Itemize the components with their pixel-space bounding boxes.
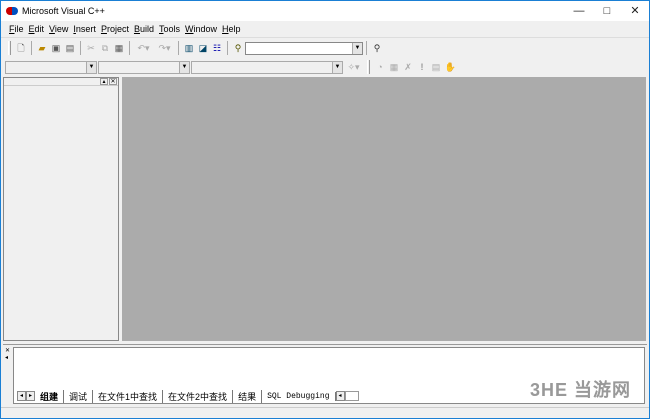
separator: [366, 41, 367, 55]
undo-icon[interactable]: ↶▾: [135, 43, 153, 54]
watermark: 3HE 当游网: [529, 380, 631, 400]
menu-window[interactable]: Window: [185, 24, 217, 34]
mdi-client-area: [122, 77, 646, 341]
tab-find-in-files-2[interactable]: 在文件2中查找: [163, 389, 234, 403]
window-title: Microsoft Visual C++: [22, 6, 105, 16]
toolbar-grip[interactable]: [367, 60, 370, 74]
output-tabs: ◂ ▸ 组建 调试 在文件1中查找 在文件2中查找 结果 SQL Debuggi…: [17, 389, 359, 403]
tab-build[interactable]: 组建: [35, 389, 65, 403]
find-icon[interactable]: ⚲: [372, 43, 383, 54]
tab-scroll-right[interactable]: ▸: [26, 391, 35, 401]
separator: [80, 41, 81, 55]
chevron-down-icon[interactable]: ▼: [86, 61, 96, 73]
menu-edit[interactable]: Edit: [29, 24, 45, 34]
separator: [178, 41, 179, 55]
chevron-down-icon[interactable]: ▼: [332, 61, 342, 73]
breakpoint-icon[interactable]: ✋: [445, 62, 456, 73]
menu-file[interactable]: File: [9, 24, 24, 34]
new-file-icon[interactable]: 🗋: [16, 43, 27, 54]
redo-icon[interactable]: ↷▾: [156, 43, 174, 54]
workspace-header: ▴ ✕: [4, 78, 118, 86]
open-icon[interactable]: ▰: [37, 43, 48, 54]
app-logo-icon: [6, 7, 18, 15]
menu-help[interactable]: Help: [222, 24, 241, 34]
chevron-down-icon[interactable]: ▼: [352, 42, 362, 54]
close-button[interactable]: ✕: [621, 1, 649, 21]
tab-sql-debugging[interactable]: SQL Debugging: [262, 391, 336, 401]
menu-tools[interactable]: Tools: [159, 24, 180, 34]
copy-icon[interactable]: ⧉: [100, 43, 111, 54]
toolbar-grip[interactable]: [8, 41, 11, 55]
workspace-panel: ▴ ✕: [3, 77, 119, 341]
tab-find-in-files-1[interactable]: 在文件1中查找: [93, 389, 164, 403]
class-combo[interactable]: ▼: [5, 60, 97, 74]
stop-build-icon[interactable]: ✗: [403, 62, 414, 73]
hscroll-left[interactable]: ◂: [335, 391, 345, 401]
title-bar: Microsoft Visual C++ — □ ✕: [1, 1, 649, 21]
tab-results[interactable]: 结果: [233, 389, 263, 403]
build-icon[interactable]: ▦: [389, 62, 400, 73]
tab-debug[interactable]: 调试: [64, 389, 94, 403]
standard-toolbar: 🗋 ▰ ▣ ▤ ✂ ⧉ ▦ ↶▾ ↷▾ ▥ ◪ ☷ ⚲ ▼ ⚲: [1, 39, 649, 57]
members-combo[interactable]: ▼: [191, 60, 343, 74]
paste-icon[interactable]: ▦: [114, 43, 125, 54]
workspace-icon[interactable]: ▥: [184, 43, 195, 54]
find-combo[interactable]: ▼: [245, 41, 363, 55]
save-all-icon[interactable]: ▤: [65, 43, 76, 54]
output-controls: ✕ ◂: [5, 347, 13, 361]
menu-insert[interactable]: Insert: [73, 24, 96, 34]
filter-combo[interactable]: ▼: [98, 60, 190, 74]
restore-icon[interactable]: ◂: [5, 354, 13, 361]
close-icon[interactable]: ✕: [5, 347, 13, 354]
menu-view[interactable]: View: [49, 24, 68, 34]
separator: [31, 41, 32, 55]
chevron-down-icon[interactable]: ▼: [179, 61, 189, 73]
menu-bar: File Edit View Insert Project Build Tool…: [1, 21, 649, 38]
window-list-icon[interactable]: ☷: [212, 43, 223, 54]
separator: [227, 41, 228, 55]
status-bar: [1, 407, 649, 419]
minimize-button[interactable]: —: [565, 1, 593, 21]
execute-icon[interactable]: !: [417, 62, 428, 73]
cut-icon[interactable]: ✂: [86, 43, 97, 54]
output-window-icon[interactable]: ◪: [198, 43, 209, 54]
menu-build[interactable]: Build: [134, 24, 154, 34]
go-icon[interactable]: ▤: [431, 62, 442, 73]
close-icon[interactable]: ✕: [109, 78, 117, 85]
restore-icon[interactable]: ▴: [100, 78, 108, 85]
menu-project[interactable]: Project: [101, 24, 129, 34]
save-icon[interactable]: ▣: [51, 43, 62, 54]
maximize-button[interactable]: □: [593, 1, 621, 21]
wizard-toolbar: ▼ ▼ ▼ ✧▾ ◔ ▦ ✗ ! ▤ ✋: [1, 58, 649, 76]
tab-scroll-left[interactable]: ◂: [17, 391, 26, 401]
find-in-files-icon[interactable]: ⚲: [233, 43, 244, 54]
separator: [129, 41, 130, 55]
compile-icon[interactable]: ◔: [375, 62, 386, 73]
hscrollbar[interactable]: [344, 391, 359, 401]
wizard-action-icon[interactable]: ✧▾: [345, 62, 363, 73]
